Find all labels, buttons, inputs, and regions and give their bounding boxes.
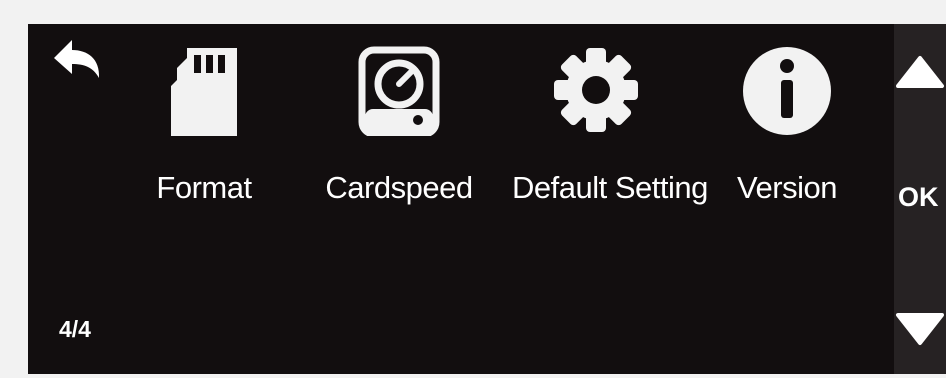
scroll-down-button[interactable] [894,307,946,351]
back-arrow-icon [54,40,100,78]
menu-item-version[interactable]: Version [703,46,871,216]
triangle-down-icon [896,313,944,345]
side-control-panel: OK [894,24,946,374]
ok-button[interactable]: OK [894,182,946,222]
menu-label-cardspeed: Cardspeed [325,170,473,205]
device-screen: Format Cardspeed Default Setting Version… [28,24,946,374]
page-indicator: 4/4 [59,316,91,342]
menu-label-format: Format [156,170,252,205]
menu-item-default-setting[interactable]: Default Setting [512,46,708,216]
menu-item-cardspeed[interactable]: Cardspeed [315,46,483,216]
gear-icon [554,48,638,132]
sd-card-icon [171,48,237,136]
triangle-up-icon [896,56,944,88]
menu-item-format[interactable]: Format [120,46,288,216]
info-icon [743,47,831,135]
menu-label-version: Version [737,170,837,205]
card-speed-icon [358,46,440,136]
menu-label-default-setting: Default Setting [512,170,708,205]
scroll-up-button[interactable] [894,52,946,96]
back-button[interactable] [50,34,108,84]
